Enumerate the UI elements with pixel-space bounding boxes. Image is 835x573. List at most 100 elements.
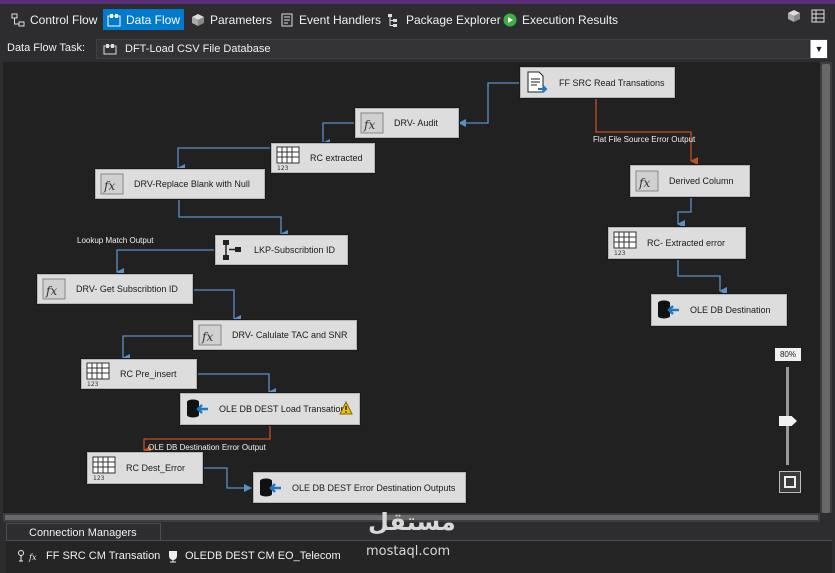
watermark-latin: mostaql.com: [366, 544, 451, 559]
svg-text:123: 123: [277, 165, 289, 171]
path-audit-to-rc-extracted: [322, 122, 355, 147]
tab-label: Control Flow: [30, 12, 98, 27]
zoom-to-fit-button[interactable]: [779, 471, 801, 493]
node-ole-db-dest-load[interactable]: OLE DB DEST Load Transations: [180, 393, 360, 425]
node-label: RC extracted: [310, 153, 363, 163]
path-replace-to-lookup: [178, 199, 288, 238]
node-label: Derived Column: [669, 176, 734, 186]
node-label: DRV- Calulate TAC and SNR: [232, 330, 348, 340]
svg-text:123: 123: [614, 250, 626, 256]
node-derived-column[interactable]: fx Derived Column: [630, 165, 750, 197]
data-flow-task-select[interactable]: DFT-Load CSV File Database ▼: [96, 39, 828, 59]
control-flow-icon: [11, 13, 25, 27]
svg-text:fx: fx: [201, 330, 213, 344]
derived-column-icon: fx: [634, 168, 660, 194]
fit-icon: [784, 476, 796, 488]
designer-tab-bar: Control Flow Data Flow Parameters Event …: [0, 0, 835, 37]
path-rc-dest-to-error-dest: [203, 467, 252, 492]
node-ole-db-dest-error-outputs[interactable]: OLE DB DEST Error Destination Outputs: [253, 472, 466, 503]
svg-text:fx: fx: [28, 553, 37, 562]
path-rc-error-to-ole-dest: [677, 260, 727, 295]
node-rc-extracted[interactable]: 123 RC extracted: [271, 143, 375, 173]
connection-managers-tab[interactable]: Connection Managers: [6, 523, 161, 541]
svg-text:fx: fx: [103, 179, 115, 193]
ole-db-destination-icon: [184, 396, 210, 422]
path-get-sub-to-calc: [193, 289, 241, 323]
data-flow-task-icon: [103, 43, 117, 55]
node-label: RC Pre_insert: [120, 369, 177, 379]
variables-grid-icon[interactable]: [811, 9, 825, 23]
vertical-scroll-thumb[interactable]: [822, 64, 830, 513]
path-lookup-to-get-sub: [116, 249, 215, 276]
package-explorer-icon: [387, 13, 401, 27]
connection-manager-label: FF SRC CM Transation: [46, 550, 161, 562]
mostaql-watermark: مستقل mostaql.com: [360, 506, 470, 566]
tab-label: Package Explorer: [406, 12, 501, 27]
node-label: LKP-Subscribtion ID: [254, 245, 336, 255]
tab-parameters[interactable]: Parameters: [187, 9, 276, 30]
data-flow-task-row: Data Flow Task: DFT-Load CSV File Databa…: [0, 37, 835, 61]
data-flow-task-label: Data Flow Task:: [7, 42, 86, 54]
derived-column-icon: fx: [197, 322, 223, 348]
tab-data-flow[interactable]: Data Flow: [103, 9, 185, 30]
node-label: DRV- Get Subscribtion ID: [76, 284, 178, 294]
path-label-lookup-match: Lookup Match Output: [77, 236, 154, 245]
node-label: DRV-Replace Blank with Null: [134, 179, 250, 189]
warning-icon[interactable]: [339, 400, 353, 415]
row-count-icon: 123: [275, 145, 301, 172]
svg-text:123: 123: [87, 381, 99, 387]
ole-db-destination-icon: [655, 297, 681, 323]
tab-label: Event Handlers: [299, 12, 382, 27]
svg-text:fx: fx: [363, 118, 375, 132]
node-drv-get-subscribtion-id[interactable]: fx DRV- Get Subscribtion ID: [37, 274, 193, 304]
node-label: OLE DB DEST Error Destination Outputs: [292, 482, 456, 493]
database-connection-icon: [166, 549, 180, 563]
node-drv-audit[interactable]: fx DRV- Audit: [355, 108, 459, 138]
tab-package-explorer[interactable]: Package Explorer: [383, 9, 505, 30]
node-ole-db-destination[interactable]: OLE DB Destination: [651, 294, 787, 326]
vertical-scrollbar[interactable]: [820, 62, 832, 513]
tab-label: Data Flow: [126, 12, 181, 27]
node-rc-extracted-error[interactable]: 123 RC- Extracted error: [608, 227, 746, 259]
path-label-ole-db-error: OLE DB Destination Error Output: [148, 443, 266, 452]
accent-strip: [0, 0, 835, 4]
parameters-icon: [191, 13, 205, 27]
node-label: RC Dest_Error: [126, 463, 186, 473]
node-label: OLE DB DEST Load Transations: [219, 404, 350, 414]
designer-toolbar-right: [787, 9, 825, 23]
node-label: RC- Extracted error: [647, 238, 726, 248]
row-count-icon: 123: [91, 455, 117, 482]
node-lkp-subscribtion-id[interactable]: LKP-Subscribtion ID: [215, 235, 348, 265]
lookup-icon: [219, 237, 245, 263]
tab-label: Parameters: [210, 12, 273, 27]
flat-file-source-icon: [524, 70, 550, 96]
data-flow-icon: [107, 13, 121, 27]
path-rc-extracted-to-replace: [177, 147, 271, 172]
data-flow-design-surface[interactable]: Flat File Source Error Output Lookup Mat…: [3, 62, 820, 513]
node-rc-pre-insert[interactable]: 123 RC Pre_insert: [81, 359, 197, 389]
data-flow-task-value: DFT-Load CSV File Database: [125, 43, 271, 55]
tab-execution-results[interactable]: Execution Results: [499, 9, 622, 30]
node-ff-src-read-transations[interactable]: FF SRC Read Transations: [520, 67, 675, 98]
event-handlers-icon: [280, 13, 294, 27]
connection-manager-item[interactable]: OLEDB DEST CM EO_Telecom: [166, 549, 341, 563]
package-icon[interactable]: [787, 9, 801, 23]
chevron-down-icon[interactable]: ▼: [810, 40, 827, 58]
svg-text:fx: fx: [45, 284, 57, 298]
node-label: DRV- Audit: [394, 118, 438, 128]
node-label: OLE DB Destination: [690, 305, 771, 315]
row-count-icon: 123: [612, 230, 638, 257]
node-drv-calulate-tac-snr[interactable]: fx DRV- Calulate TAC and SNR: [193, 320, 357, 350]
play-icon: [503, 13, 517, 27]
svg-text:123: 123: [93, 475, 105, 481]
connection-manager-item[interactable]: fx FF SRC CM Transation: [17, 549, 160, 563]
zoom-level-badge: 80%: [775, 348, 801, 361]
tab-control-flow[interactable]: Control Flow: [7, 9, 101, 30]
tab-event-handlers[interactable]: Event Handlers: [276, 9, 385, 30]
node-drv-replace-blank[interactable]: fx DRV-Replace Blank with Null: [95, 169, 265, 199]
flat-file-connection-icon: fx: [17, 549, 37, 563]
node-rc-dest-error[interactable]: 123 RC Dest_Error: [87, 452, 203, 484]
svg-text:fx: fx: [638, 176, 650, 190]
path-label-flat-file-error: Flat File Source Error Output: [593, 135, 696, 144]
watermark-arabic: مستقل: [368, 508, 456, 536]
